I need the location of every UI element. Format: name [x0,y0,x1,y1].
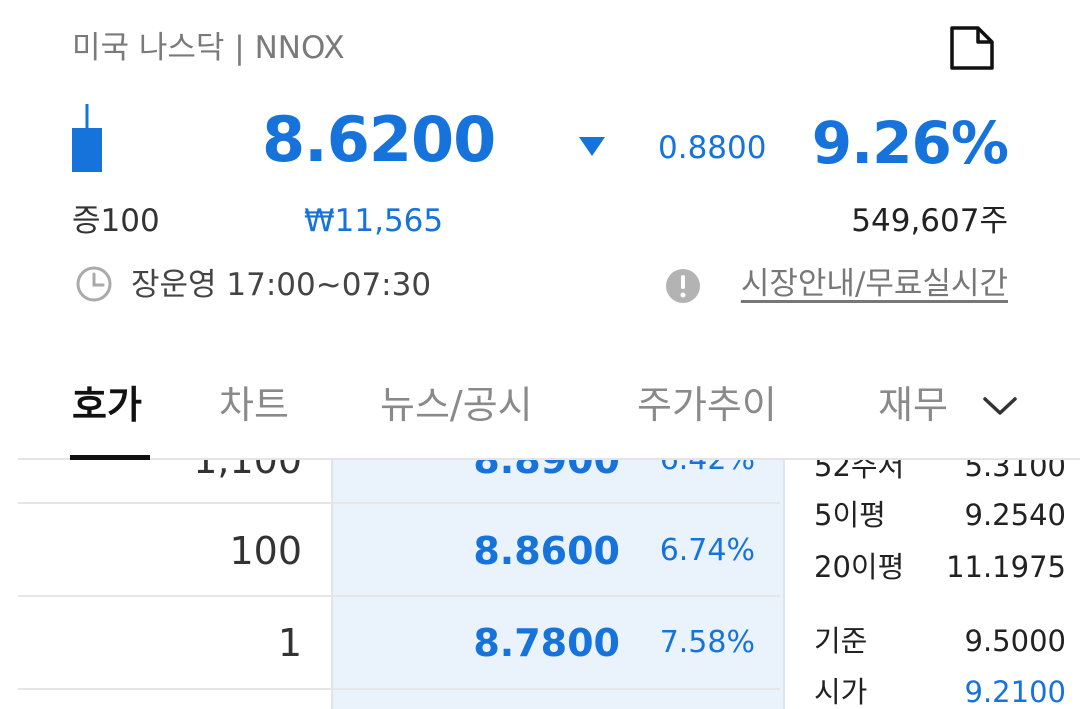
current-price: 8.6200 [262,103,496,176]
stat-value-52w-low: 5.3100 [964,460,1066,483]
ask-change-percent: 7.58% [659,625,755,660]
stat-label-base: 기준 [814,624,868,658]
stat-label-open: 시가 [814,675,868,709]
krw-price: ₩11,565 [304,203,444,239]
ask-price[interactable]: 8.8600 [473,527,620,575]
session-hours: 장운영 17:00~07:30 [131,267,432,303]
market-guide-link[interactable]: 시장안내/무료실시간 [741,263,1008,305]
tab-financials[interactable]: 재무 [878,380,948,430]
ask-price-column [331,460,785,709]
market-ticker-label: 미국 나스닥 | NNOX [72,30,345,66]
candle-icon [72,104,102,172]
tab-order-book[interactable]: 호가 [72,380,142,430]
ask-quantity[interactable]: 100 [229,527,302,575]
down-triangle-icon [579,137,605,156]
margin-rate: 증100 [72,203,160,239]
stat-label-ma20: 20이평 [814,550,905,584]
order-book: 1,100 8.8900 6.42% 100 8.8600 6.74% 1 8.… [18,460,1080,709]
ask-change-percent: 6.42% [660,460,755,484]
price-change-percent: 9.26% [811,109,1009,177]
tab-price-trend[interactable]: 주가추이 [637,380,777,430]
ask-change-percent: 6.74% [659,533,755,568]
price-change: 0.8800 [658,130,767,166]
clock-icon [76,266,112,302]
stat-value-ma20: 11.1975 [946,550,1066,584]
info-icon[interactable] [664,267,702,305]
row-divider [18,595,780,597]
row-divider [18,688,780,690]
document-icon[interactable] [948,24,996,72]
row-divider [18,502,780,504]
stat-value-open: 9.2100 [964,675,1066,709]
tab-chart[interactable]: 차트 [219,380,289,430]
tab-news[interactable]: 뉴스/공시 [380,380,533,430]
stat-value-base: 9.5000 [964,624,1066,658]
chevron-down-icon[interactable] [982,394,1018,418]
trade-volume: 549,607주 [851,203,1008,239]
stat-value-ma5: 9.2540 [964,498,1066,532]
stat-label-ma5: 5이평 [814,498,886,532]
stat-label-52w-low: 52주저 [814,460,905,483]
ask-price[interactable]: 8.8900 [473,460,620,484]
ask-quantity[interactable]: 1 [278,619,302,667]
ask-quantity[interactable]: 1,100 [193,460,302,484]
ask-price[interactable]: 8.7800 [473,619,620,667]
